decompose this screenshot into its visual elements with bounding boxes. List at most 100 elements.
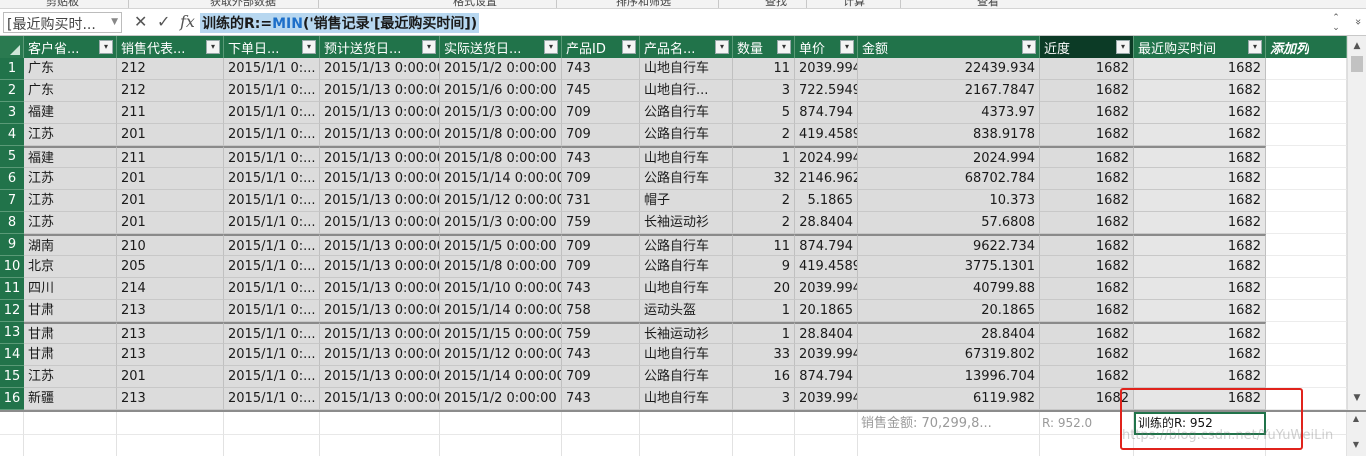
cell-province[interactable]: 福建 bbox=[24, 146, 117, 168]
row-number[interactable]: 5 bbox=[0, 146, 24, 168]
cell-sales-rep[interactable]: 201 bbox=[117, 212, 224, 234]
calc-cell[interactable] bbox=[640, 435, 733, 456]
cell-sales-rep[interactable]: 212 bbox=[117, 80, 224, 102]
filter-dropdown-icon[interactable]: ▾ bbox=[840, 40, 854, 54]
calc-cell[interactable] bbox=[320, 412, 440, 435]
table-row[interactable]: 7 江苏 201 2015/1/1 0:... 2015/1/13 0:00:00 201… bbox=[0, 190, 1347, 212]
cell-actual-delivery[interactable]: 2015/1/8 0:00:00 bbox=[440, 256, 562, 278]
cell-product-id[interactable]: 743 bbox=[562, 146, 640, 168]
cell-province[interactable]: 甘肃 bbox=[24, 322, 117, 344]
cell-product-name[interactable]: 山地自行车 bbox=[640, 58, 733, 80]
cell-sales-rep[interactable]: 213 bbox=[117, 322, 224, 344]
cell-actual-delivery[interactable]: 2015/1/6 0:00:00 bbox=[440, 80, 562, 102]
cell-quantity[interactable]: 1 bbox=[733, 322, 795, 344]
column-header-order-date[interactable]: 下单日... ▾ bbox=[224, 36, 320, 58]
cell-province[interactable]: 甘肃 bbox=[24, 344, 117, 366]
calc-cell[interactable] bbox=[224, 412, 320, 435]
row-number[interactable]: 12 bbox=[0, 300, 24, 322]
cell-recency[interactable]: 1682 bbox=[1040, 58, 1134, 80]
row-number[interactable]: 3 bbox=[0, 102, 24, 124]
cell-amount[interactable]: 40799.88 bbox=[858, 278, 1040, 300]
cell-unit-price[interactable]: 874.794 bbox=[795, 366, 858, 388]
cell-add-column[interactable] bbox=[1266, 344, 1347, 366]
filter-dropdown-icon[interactable]: ▾ bbox=[302, 40, 316, 54]
cell-last-purchase[interactable]: 1682 bbox=[1134, 212, 1266, 234]
cell-actual-delivery[interactable]: 2015/1/5 0:00:00 bbox=[440, 234, 562, 256]
cell-product-id[interactable]: 731 bbox=[562, 190, 640, 212]
cell-product-id[interactable]: 745 bbox=[562, 80, 640, 102]
cell-actual-delivery[interactable]: 2015/1/15 0:00:00 bbox=[440, 322, 562, 344]
cell-quantity[interactable]: 16 bbox=[733, 366, 795, 388]
calc-cell[interactable] bbox=[117, 435, 224, 456]
cell-actual-delivery[interactable]: 2015/1/8 0:00:00 bbox=[440, 146, 562, 168]
cell-last-purchase[interactable]: 1682 bbox=[1134, 190, 1266, 212]
row-number[interactable]: 8 bbox=[0, 212, 24, 234]
cell-order-date[interactable]: 2015/1/1 0:... bbox=[224, 344, 320, 366]
cell-amount[interactable]: 20.1865 bbox=[858, 300, 1040, 322]
cell-expected-delivery[interactable]: 2015/1/13 0:00:00 bbox=[320, 300, 440, 322]
cell-quantity[interactable]: 2 bbox=[733, 124, 795, 146]
cell-province[interactable]: 福建 bbox=[24, 102, 117, 124]
cell-province[interactable]: 甘肃 bbox=[24, 300, 117, 322]
cell-add-column[interactable] bbox=[1266, 256, 1347, 278]
cell-amount[interactable]: 28.8404 bbox=[858, 322, 1040, 344]
row-number[interactable]: 6 bbox=[0, 168, 24, 190]
cell-product-name[interactable]: 运动头盔 bbox=[640, 300, 733, 322]
cell-quantity[interactable]: 2 bbox=[733, 212, 795, 234]
cell-expected-delivery[interactable]: 2015/1/13 0:00:00 bbox=[320, 366, 440, 388]
cancel-icon[interactable]: ✕ bbox=[134, 12, 147, 31]
cell-expected-delivery[interactable]: 2015/1/13 0:00:00 bbox=[320, 102, 440, 124]
cell-expected-delivery[interactable]: 2015/1/13 0:00:00 bbox=[320, 212, 440, 234]
cell-quantity[interactable]: 32 bbox=[733, 168, 795, 190]
cell-sales-rep[interactable]: 213 bbox=[117, 300, 224, 322]
row-number[interactable]: 2 bbox=[0, 80, 24, 102]
cell-expected-delivery[interactable]: 2015/1/13 0:00:00 bbox=[320, 344, 440, 366]
table-row[interactable]: 1 广东 212 2015/1/1 0:... 2015/1/13 0:00:00 201… bbox=[0, 58, 1347, 80]
cell-amount[interactable]: 67319.802 bbox=[858, 344, 1040, 366]
calc-cell[interactable] bbox=[440, 435, 562, 456]
cell-add-column[interactable] bbox=[1266, 278, 1347, 300]
cell-quantity[interactable]: 11 bbox=[733, 58, 795, 80]
cell-amount[interactable]: 3775.1301 bbox=[858, 256, 1040, 278]
calc-cell[interactable] bbox=[0, 435, 24, 456]
cell-sales-rep[interactable]: 201 bbox=[117, 190, 224, 212]
cell-product-name[interactable]: 山地自行车 bbox=[640, 388, 733, 410]
cell-unit-price[interactable]: 874.794 bbox=[795, 234, 858, 256]
cell-province[interactable]: 北京 bbox=[24, 256, 117, 278]
cell-order-date[interactable]: 2015/1/1 0:... bbox=[224, 300, 320, 322]
calc-cell[interactable] bbox=[224, 435, 320, 456]
cell-province[interactable]: 四川 bbox=[24, 278, 117, 300]
cell-last-purchase[interactable]: 1682 bbox=[1134, 278, 1266, 300]
cell-recency[interactable]: 1682 bbox=[1040, 278, 1134, 300]
row-number[interactable]: 16 bbox=[0, 388, 24, 410]
cell-expected-delivery[interactable]: 2015/1/13 0:00:00 bbox=[320, 80, 440, 102]
cell-product-id[interactable]: 743 bbox=[562, 58, 640, 80]
cell-amount[interactable]: 22439.934 bbox=[858, 58, 1040, 80]
cell-product-id[interactable]: 709 bbox=[562, 366, 640, 388]
cell-last-purchase[interactable]: 1682 bbox=[1134, 146, 1266, 168]
cell-recency[interactable]: 1682 bbox=[1040, 102, 1134, 124]
calc-cell[interactable] bbox=[562, 412, 640, 435]
row-number[interactable]: 9 bbox=[0, 234, 24, 256]
cell-recency[interactable]: 1682 bbox=[1040, 146, 1134, 168]
column-header-province[interactable]: 客户省... ▾ bbox=[24, 36, 117, 58]
cell-sales-rep[interactable]: 201 bbox=[117, 366, 224, 388]
cell-amount[interactable]: 838.9178 bbox=[858, 124, 1040, 146]
table-row[interactable]: 2 广东 212 2015/1/1 0:... 2015/1/13 0:00:00 201… bbox=[0, 80, 1347, 102]
name-box[interactable]: [最近购买时... ▼ bbox=[3, 12, 122, 33]
cell-quantity[interactable]: 3 bbox=[733, 80, 795, 102]
filter-dropdown-icon[interactable]: ▾ bbox=[622, 40, 636, 54]
cell-unit-price[interactable]: 2039.994 bbox=[795, 58, 858, 80]
cell-actual-delivery[interactable]: 2015/1/14 0:00:00 bbox=[440, 366, 562, 388]
cell-product-id[interactable]: 709 bbox=[562, 124, 640, 146]
cell-unit-price[interactable]: 2024.994 bbox=[795, 146, 858, 168]
cell-add-column[interactable] bbox=[1266, 168, 1347, 190]
row-number[interactable]: 11 bbox=[0, 278, 24, 300]
table-row[interactable]: 6 江苏 201 2015/1/1 0:... 2015/1/13 0:00:00 201… bbox=[0, 168, 1347, 190]
cell-unit-price[interactable]: 28.8404 bbox=[795, 212, 858, 234]
calc-cell[interactable] bbox=[117, 412, 224, 435]
ribbon-group-sort-filter[interactable]: 排序和筛选 bbox=[616, 0, 671, 8]
cell-last-purchase[interactable]: 1682 bbox=[1134, 124, 1266, 146]
cell-expected-delivery[interactable]: 2015/1/13 0:00:00 bbox=[320, 58, 440, 80]
cell-actual-delivery[interactable]: 2015/1/12 0:00:00 bbox=[440, 344, 562, 366]
